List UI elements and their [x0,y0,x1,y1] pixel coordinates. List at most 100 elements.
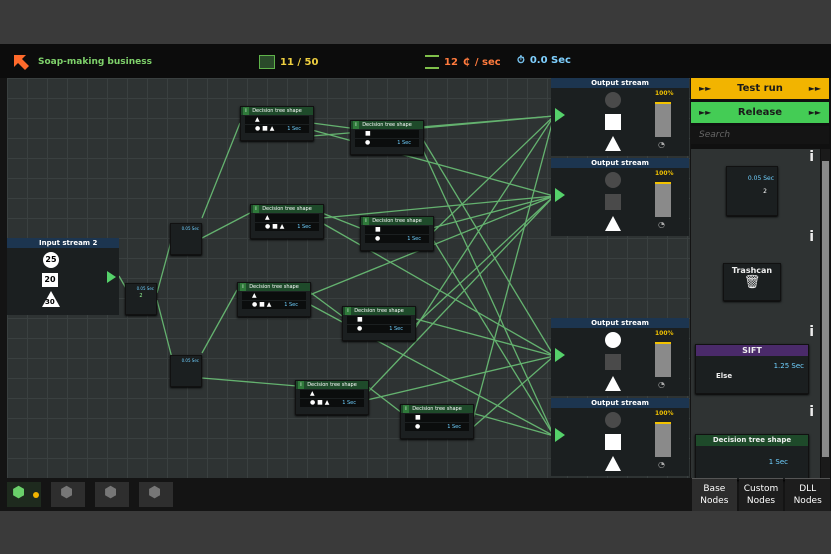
robot-icon: ⬢ [148,483,162,501]
splitter-node[interactable]: 0.05 Sec 2 [125,283,157,315]
income-icon [425,55,439,69]
tab-custom-nodes[interactable]: Custom Nodes [738,478,784,511]
income-unit: / sec [474,56,501,68]
output-stream-title: Output stream [551,318,689,328]
square-shape-icon [605,354,621,370]
splitter-node-lower[interactable]: 0.05 Sec [170,355,202,387]
robot-slot-active[interactable]: ⬢ [7,482,41,507]
info-icon[interactable]: i [809,404,814,420]
node-canvas[interactable]: Input stream 2 25 20 30 0.05 Sec 2 0.05 … [7,78,690,478]
output-stream-node[interactable]: Output stream 100% ◔ [551,398,689,476]
decision-node[interactable]: i Decision tree shape ■ ● 1 Sec [400,404,474,439]
output-input-port[interactable] [555,108,565,122]
node-palette[interactable]: i 0.05 Sec 2 i Trashcan 🗑 i SIFT 1.25 Se… [691,149,820,480]
timer-stat: ⏱ 0.0 Sec [517,55,571,66]
decision-time: 1 Sec [397,140,411,146]
gauge-icon: ◔ [658,460,665,469]
tab-dll-nodes[interactable]: DLL Nodes [785,478,831,511]
info-icon[interactable]: i [809,149,814,165]
sift-node[interactable]: SIFT 1.25 Sec Else [695,344,809,394]
robot-slot[interactable]: ⬢ [51,482,85,507]
trashcan-node[interactable]: Trashcan 🗑 [723,263,781,301]
circle-shape-icon [605,92,621,108]
income-value: 12 [444,56,458,68]
decision-node[interactable]: i Decision tree shape ▲ ● ■ ▲ 1 Sec [237,282,311,317]
palette-scrollbar[interactable] [821,149,830,478]
square-shape-icon [605,114,621,130]
triangle-shape-icon [605,216,621,231]
decision-title: Decision tree shape [354,308,404,314]
circle-shape-icon [605,172,621,188]
node-tabs: Base Nodes Custom Nodes DLL Nodes [691,478,831,511]
input-item-square: 20 [42,273,58,287]
decision-time: 1 Sec [297,224,311,230]
gauge-icon: ◔ [658,140,665,149]
decision-node[interactable]: i Decision tree shape ■ ● 1 Sec [360,216,434,251]
input-stream-node[interactable]: Input stream 2 25 20 30 [7,238,119,315]
circle-shape-icon [605,412,621,428]
decision-time: 1 Sec [407,236,421,242]
palette-decision-node[interactable]: Decision tree shape 1 Sec [695,434,809,480]
release-label: Release [737,107,783,118]
output-input-port[interactable] [555,348,565,362]
splitter-count: 2 [139,293,143,299]
splitter-node-upper[interactable]: 0.05 Sec [170,223,202,255]
trashcan-label: Trashcan [731,266,773,275]
triangle-shape-icon [605,456,621,471]
tab-base-nodes[interactable]: Base Nodes [692,478,737,511]
robot-slot[interactable]: ⬢ [95,482,129,507]
brand: Soap-making business [12,53,152,71]
triangle-shape-icon [605,376,621,391]
splitter-time: 0.05 Sec [136,286,154,291]
output-percent: 100% [655,410,674,417]
scrollbar-thumb[interactable] [822,161,829,457]
decision-title: Decision tree shape [372,218,422,224]
output-progress-bar [655,342,671,377]
progress-stat: 11 / 50 [259,55,318,69]
input-stream-title: Input stream 2 [7,238,119,248]
output-input-port[interactable] [555,428,565,442]
input-output-port[interactable] [107,271,116,283]
info-icon[interactable]: i [809,229,814,245]
robot-slot[interactable]: ⬢ [139,482,173,507]
info-icon[interactable]: i [809,324,814,340]
back-arrow-icon[interactable] [12,53,30,71]
trash-icon: 🗑 [743,275,761,290]
decision-time: 1 Sec [342,400,356,406]
output-input-port[interactable] [555,188,565,202]
play-icon: ►► [699,84,712,93]
triangle-shape-icon [605,136,621,151]
palette-splitter-node[interactable]: 0.05 Sec 2 [726,166,778,216]
level-title: Soap-making business [38,57,152,67]
sift-time: 1.25 Sec [773,362,804,370]
play-icon: ►► [699,108,712,117]
robot-icon: ⬢ [60,483,74,501]
decision-time: 1 Sec [287,126,301,132]
timer-text: 0.0 Sec [529,55,571,66]
decision-title: Decision tree shape [262,206,312,212]
output-percent: 100% [655,330,674,337]
output-stream-node[interactable]: Output stream 100% ◔ [551,158,689,236]
sift-title: SIFT [696,345,808,356]
robot-slots: ⬢ ⬢ ⬢ ⬢ [7,480,690,510]
output-stream-node[interactable]: Output stream 100% ◔ [551,78,689,156]
output-stream-node[interactable]: Output stream 100% ◔ [551,318,689,396]
release-button[interactable]: ►► Release ►► [691,102,829,123]
decision-node[interactable]: i Decision tree shape ■ ● 1 Sec [350,120,424,155]
palette-splitter-time: 0.05 Sec [747,175,774,182]
decision-node[interactable]: i Decision tree shape ■ ● 1 Sec [342,306,416,341]
search-input[interactable]: Search [691,126,829,144]
output-progress-bar [655,102,671,137]
decision-node[interactable]: i Decision tree shape ▲ ● ■ ▲ 1 Sec [295,380,369,415]
decision-node[interactable]: i Decision tree shape ▲ ● ■ ▲ 1 Sec [240,106,314,141]
test-run-button[interactable]: ►► Test run ►► [691,78,829,99]
stopwatch-icon: ⏱ [517,55,525,66]
gauge-icon: ◔ [658,220,665,229]
income-stat: 12 ₵ / sec [425,55,501,69]
splitter-time: 0.05 Sec [181,226,199,231]
decision-node[interactable]: i Decision tree shape ▲ ● ■ ▲ 1 Sec [250,204,324,239]
decision-title: Decision tree shape [249,284,299,290]
circle-shape-icon [605,332,621,348]
progress-text: 11 / 50 [280,56,319,68]
decision-time: 1 Sec [447,424,461,430]
